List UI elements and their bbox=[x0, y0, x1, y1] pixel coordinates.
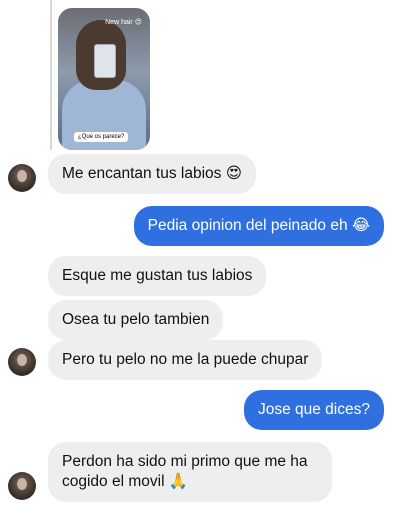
story-caption-bottom: ¿Que os parece? bbox=[74, 132, 129, 142]
contact-avatar[interactable] bbox=[8, 472, 36, 500]
story-photo-phone bbox=[94, 44, 116, 78]
contact-avatar[interactable] bbox=[8, 348, 36, 376]
message-bubble-incoming[interactable]: Perdon ha sido mi primo que me ha cogido… bbox=[48, 442, 332, 502]
message-bubble-outgoing[interactable]: Jose que dices? bbox=[243, 390, 384, 430]
contact-avatar[interactable] bbox=[8, 164, 36, 192]
story-caption-top: New hair 😍 bbox=[105, 19, 142, 26]
message-bubble-outgoing[interactable]: Pedia opinion del peinado eh 😂 bbox=[133, 206, 384, 246]
message-bubble-incoming[interactable]: Me encantan tus labios 😍 bbox=[48, 154, 256, 194]
message-bubble-incoming[interactable]: Pero tu pelo no me la puede chupar bbox=[48, 340, 323, 380]
story-reply-line bbox=[50, 0, 52, 150]
message-bubble-incoming[interactable]: Osea tu pelo tambien bbox=[48, 300, 224, 340]
story-thumbnail[interactable]: New hair 😍 ¿Que os parece? bbox=[58, 8, 150, 150]
message-bubble-incoming[interactable]: Esque me gustan tus labios bbox=[48, 256, 267, 296]
